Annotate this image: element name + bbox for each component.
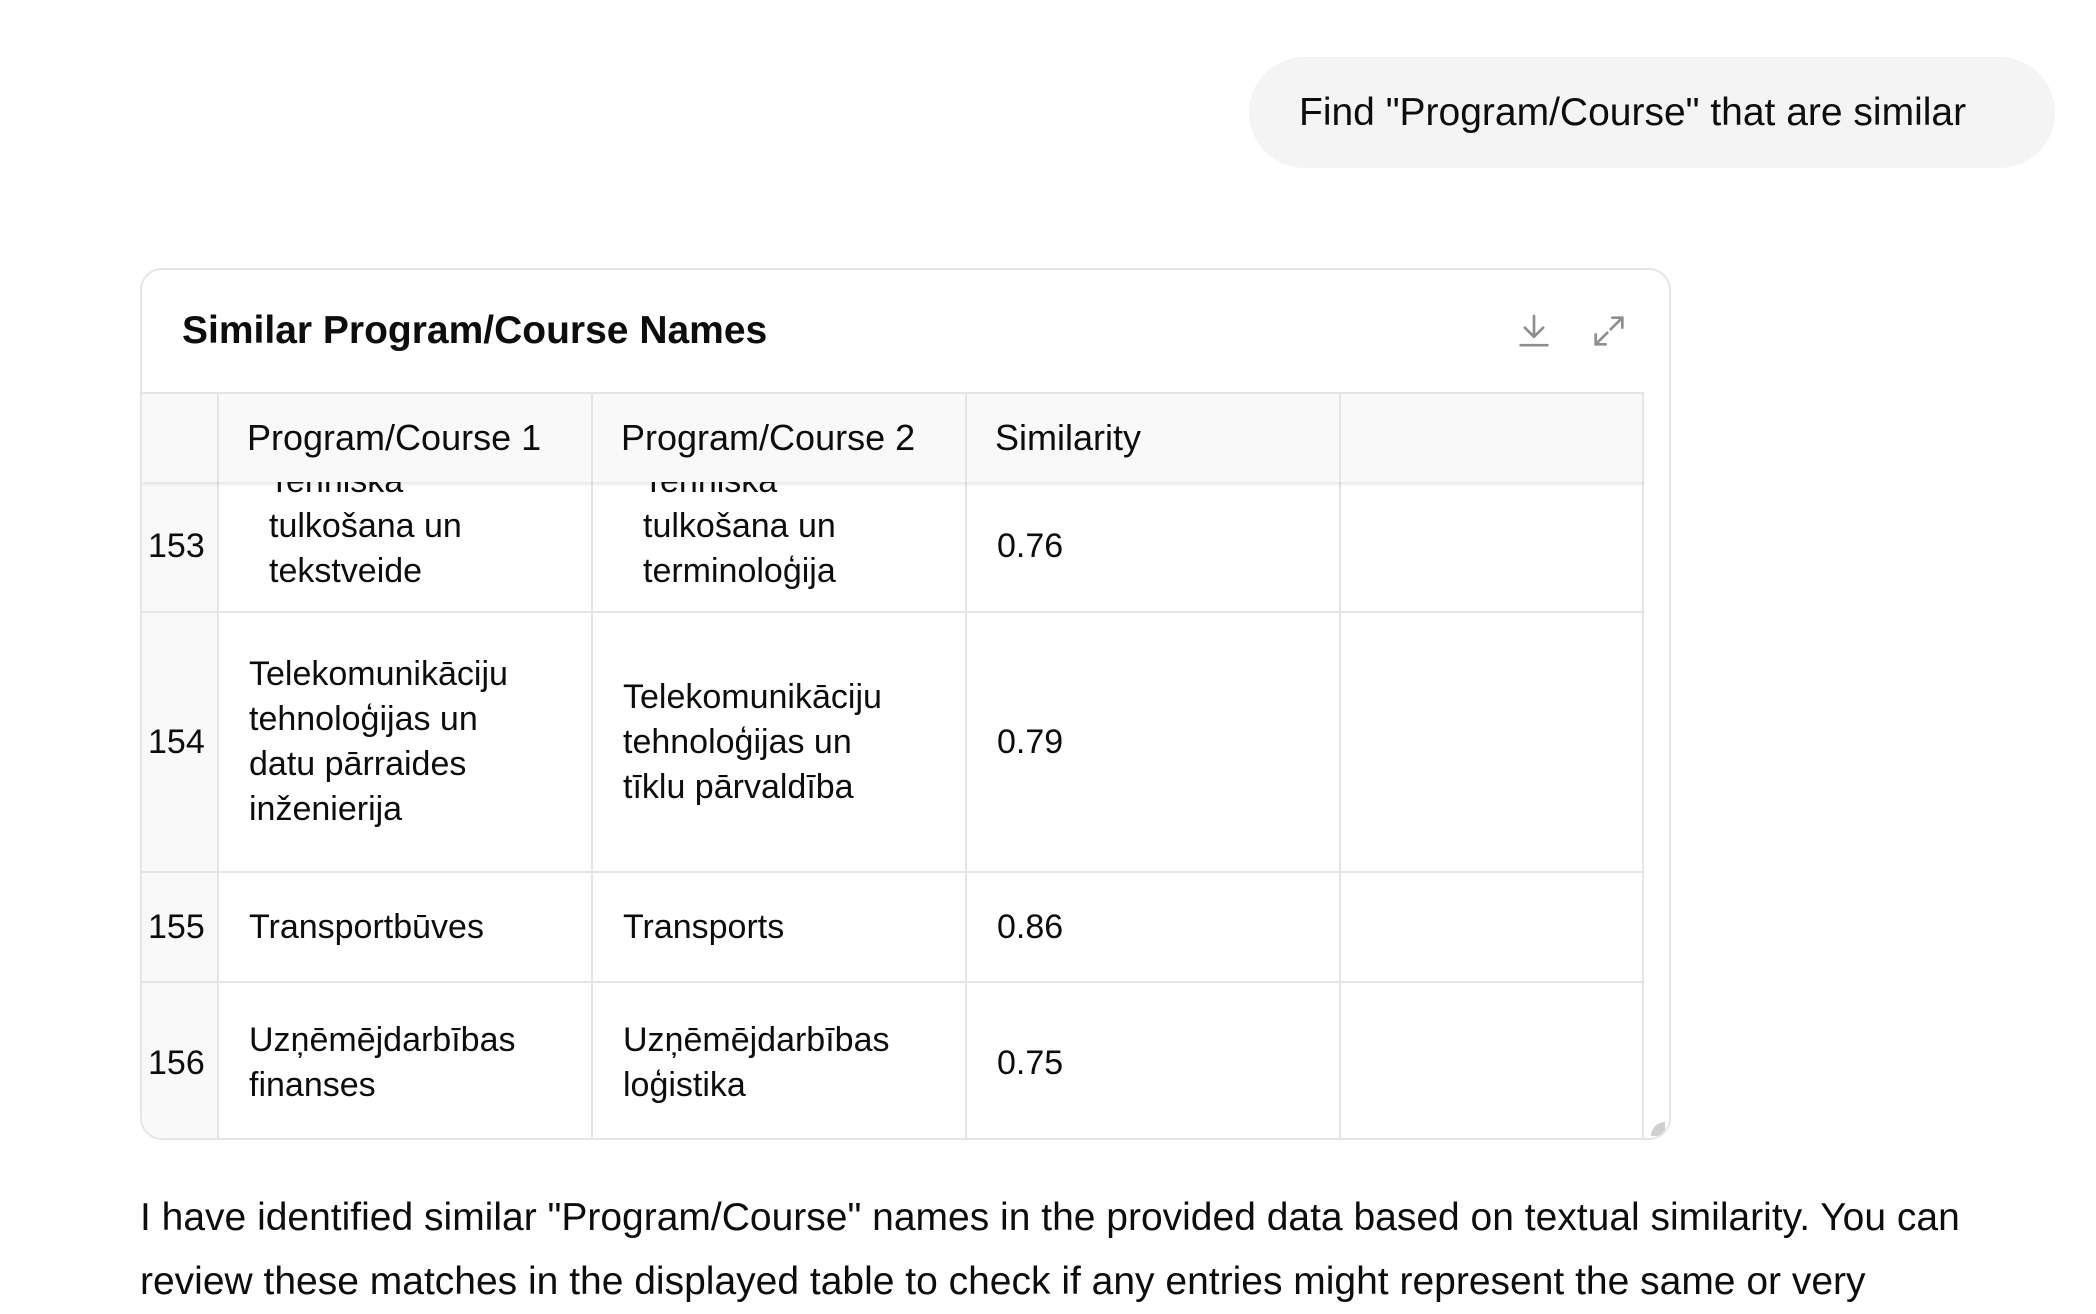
course-2-cell[interactable]: Transports bbox=[593, 873, 967, 981]
user-message-text: Find "Program/Course" that are similar bbox=[1299, 90, 1967, 134]
similarity-cell[interactable]: 0.75 bbox=[967, 983, 1341, 1138]
empty-cell bbox=[1341, 873, 1644, 981]
empty-cell bbox=[1341, 983, 1644, 1138]
table-row[interactable]: 154 Telekomunikāciju tehnoloģijas un dat… bbox=[142, 613, 1644, 873]
course-2-cell[interactable]: Uzņēmējdarbības loģistika bbox=[593, 983, 967, 1138]
table-row[interactable]: 153 Tehniskā tulkošana un tekstveide Teh… bbox=[142, 482, 1644, 613]
table-title: Similar Program/Course Names bbox=[182, 309, 768, 352]
row-index: 155 bbox=[142, 873, 219, 981]
table-card: Similar Program/Course Names Program/Cou… bbox=[140, 268, 1671, 1140]
resize-handle[interactable] bbox=[1651, 1122, 1665, 1136]
download-icon[interactable] bbox=[1511, 308, 1557, 354]
similarity-cell[interactable]: 0.79 bbox=[967, 613, 1341, 871]
column-header-empty bbox=[1341, 394, 1644, 482]
similarity-cell[interactable]: 0.76 bbox=[967, 482, 1341, 611]
row-index: 154 bbox=[142, 613, 219, 871]
data-grid[interactable]: Program/Course 1 Program/Course 2 Simila… bbox=[142, 392, 1644, 1138]
expand-icon[interactable] bbox=[1586, 308, 1632, 354]
row-index: 156 bbox=[142, 983, 219, 1138]
column-header-similarity[interactable]: Similarity bbox=[967, 394, 1341, 482]
assistant-message: I have identified similar "Program/Cours… bbox=[140, 1196, 1960, 1303]
row-index: 153 bbox=[142, 482, 219, 611]
empty-cell bbox=[1341, 482, 1644, 611]
column-header-index[interactable] bbox=[142, 394, 219, 482]
similarity-cell[interactable]: 0.86 bbox=[967, 873, 1341, 981]
empty-cell bbox=[1341, 613, 1644, 871]
table-card-header: Similar Program/Course Names bbox=[142, 270, 1669, 392]
user-message-bubble: Find "Program/Course" that are similar bbox=[1249, 57, 2055, 168]
course-1-cell[interactable]: Telekomunikāciju tehnoloģijas un datu pā… bbox=[219, 613, 593, 871]
course-1-cell[interactable]: Transportbūves bbox=[219, 873, 593, 981]
column-header-course-1[interactable]: Program/Course 1 bbox=[219, 394, 593, 482]
course-1-cell[interactable]: Tehniskā tulkošana un tekstveide bbox=[219, 482, 593, 611]
table-body: 153 Tehniskā tulkošana un tekstveide Teh… bbox=[142, 482, 1644, 1138]
table-header-row: Program/Course 1 Program/Course 2 Simila… bbox=[142, 392, 1644, 482]
course-2-cell[interactable]: Telekomunikāciju tehnoloģijas un tīklu p… bbox=[593, 613, 967, 871]
course-1-cell[interactable]: Uzņēmējdarbības finanses bbox=[219, 983, 593, 1138]
column-header-course-2[interactable]: Program/Course 2 bbox=[593, 394, 967, 482]
table-row[interactable]: 156 Uzņēmējdarbības finanses Uzņēmējdarb… bbox=[142, 983, 1644, 1138]
table-row[interactable]: 155 Transportbūves Transports 0.86 bbox=[142, 873, 1644, 983]
course-2-cell[interactable]: Tehniskā tulkošana un terminoloģija bbox=[593, 482, 967, 611]
